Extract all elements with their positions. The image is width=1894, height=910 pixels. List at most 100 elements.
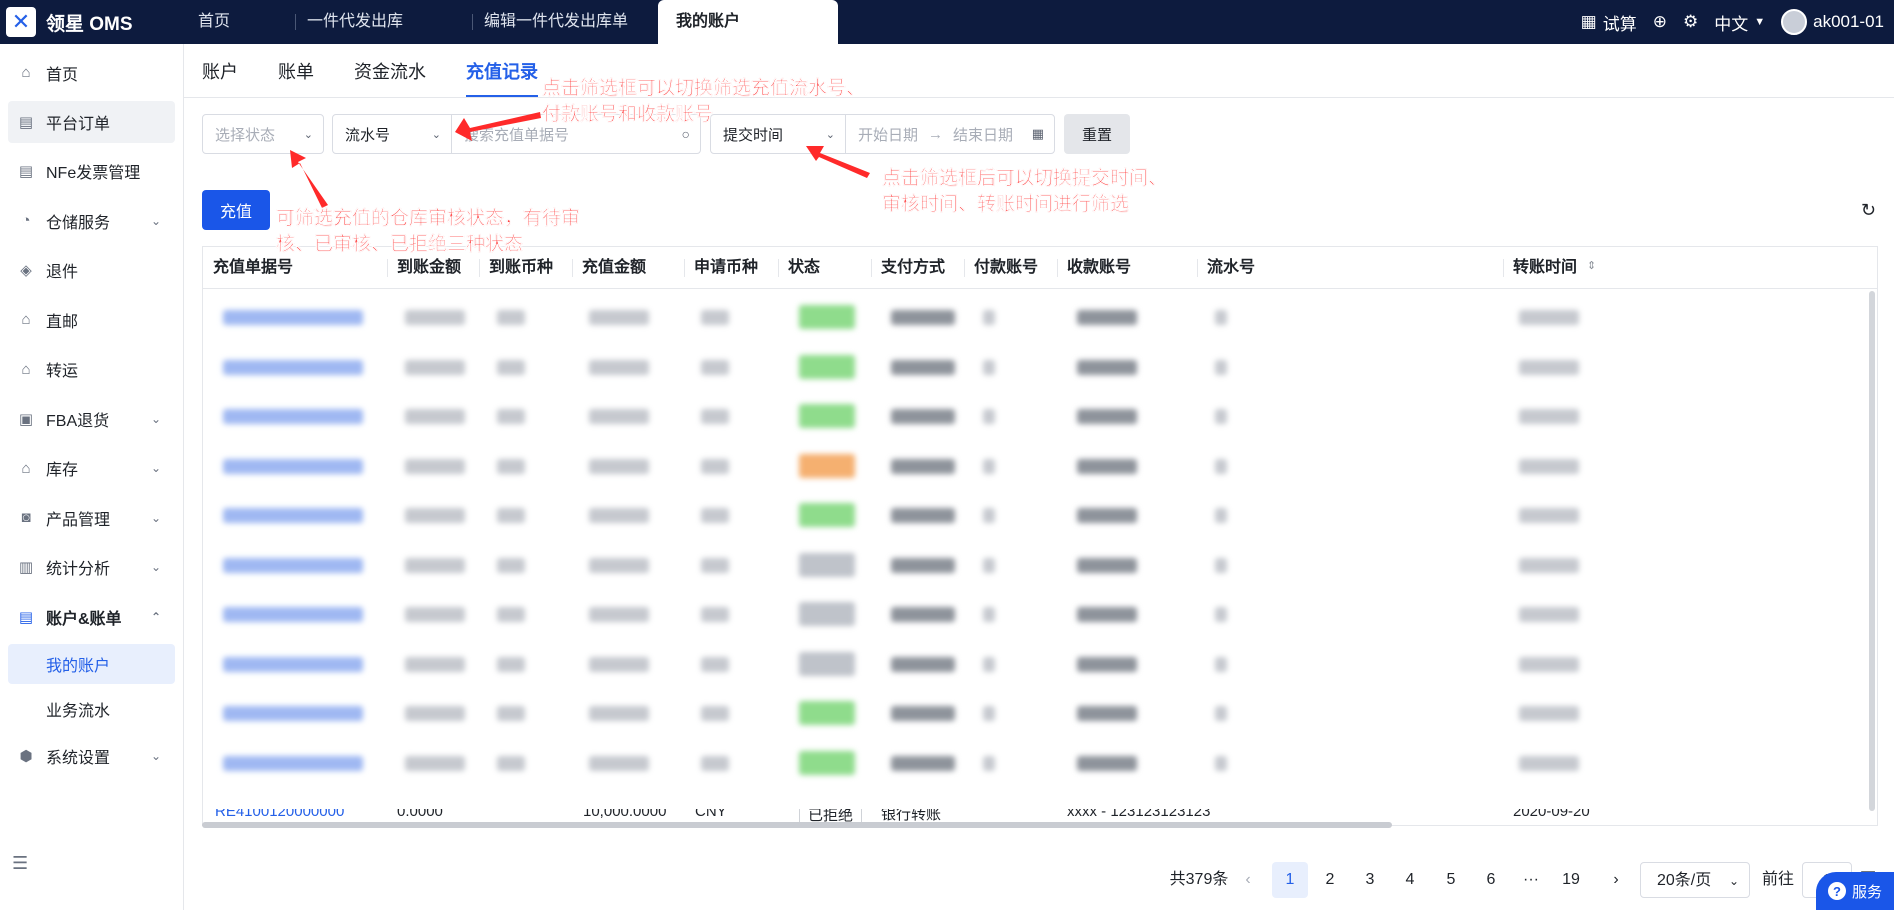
next-page-icon[interactable]: ›: [1604, 862, 1628, 898]
page-5[interactable]: 5: [1433, 862, 1469, 898]
table-cell: [1215, 409, 1227, 424]
sidebar-item-inventory[interactable]: ⌂ 库存 ⌄: [0, 444, 183, 494]
tab-fund-flow[interactable]: 资金流水: [354, 44, 426, 98]
table-row: [203, 343, 1877, 393]
sidebar-item-label: 产品管理: [46, 511, 111, 529]
table-cell: [497, 409, 525, 424]
table-cell[interactable]: [223, 557, 363, 573]
tab-recharge-records[interactable]: 充值记录: [466, 44, 538, 98]
chevron-down-icon: ⌄: [150, 560, 161, 575]
sidebar-item-returns[interactable]: ◈ 退件: [0, 246, 183, 296]
table-cell[interactable]: [223, 656, 363, 672]
transfer-icon: ⌂: [21, 360, 31, 378]
table-cell: [891, 656, 955, 672]
app-logo[interactable]: ✕ 领星 OMS: [6, 3, 133, 41]
table-cell: [1077, 508, 1137, 523]
tab-account[interactable]: 账户: [202, 44, 238, 98]
page-1[interactable]: 1: [1272, 862, 1308, 898]
table-cell[interactable]: [223, 359, 363, 375]
sidebar-item-direct-mail[interactable]: ⌂ 直邮: [0, 295, 183, 345]
table-cell[interactable]: [223, 508, 363, 523]
calendar-icon: ▦: [1031, 126, 1044, 141]
table-cell[interactable]: [223, 409, 363, 424]
sidebar-item-stats[interactable]: ▥ 统计分析 ⌄: [0, 543, 183, 593]
sidebar-item-transfer[interactable]: ⌂ 转运: [0, 345, 183, 395]
table-cell[interactable]: [223, 755, 363, 771]
top-tab-edit-dropship[interactable]: 编辑一件代发出库单: [472, 0, 658, 44]
table-cell[interactable]: [223, 458, 363, 474]
search-icon: ○: [681, 126, 690, 142]
page-size-select[interactable]: 20条/页 ⌄: [1640, 862, 1750, 898]
calculator-icon: ▦: [1580, 12, 1597, 31]
settings-button[interactable]: ⚙: [1683, 12, 1698, 32]
table-cell: [589, 508, 649, 523]
sidebar-item-account-billing[interactable]: ▤ 账户&账单 ⌃: [0, 592, 183, 642]
table-cell: [891, 458, 955, 474]
table-cell: [497, 508, 525, 523]
page-ellipsis[interactable]: ···: [1513, 862, 1549, 898]
download-button[interactable]: ⊕: [1653, 12, 1667, 32]
sidebar-item-platform-orders[interactable]: ▤ 平台订单: [8, 100, 175, 143]
language-select[interactable]: 中文 ▼: [1714, 10, 1765, 35]
table-cell: [891, 359, 955, 375]
status-select[interactable]: 选择状态 ⌄: [202, 114, 324, 154]
table-cell: [497, 607, 525, 622]
table-cell[interactable]: [223, 310, 363, 325]
table-cell: [1215, 755, 1227, 771]
collapse-sidebar-icon[interactable]: ☰: [12, 853, 28, 874]
table-row: [203, 689, 1877, 739]
reset-button[interactable]: 重置: [1064, 114, 1130, 154]
recharge-button[interactable]: 充值: [202, 190, 270, 230]
annotation-status: 可筛选充值的仓库审核状态，有待审核、已审核、已拒绝三种状态: [276, 208, 581, 255]
end-date-placeholder: 结束日期: [953, 126, 1014, 144]
settings-icon: ⬢: [19, 748, 33, 766]
top-tab-dropship[interactable]: 一件代发出库: [295, 0, 472, 44]
sidebar-subitem-business-flow[interactable]: 业务流水: [0, 687, 183, 732]
help-service-button[interactable]: ? 服务: [1816, 872, 1894, 910]
sidebar-item-warehouse[interactable]: ◔ 仓储服务 ⌄: [0, 196, 183, 246]
trial-button[interactable]: ▦ 试算: [1581, 10, 1637, 35]
page-19[interactable]: 19: [1553, 862, 1589, 898]
table-cell: [701, 458, 729, 474]
top-tab-my-account[interactable]: 我的账户: [658, 0, 838, 44]
chevron-down-icon: ⌄: [150, 749, 161, 764]
user-menu[interactable]: ak001-01: [1781, 9, 1884, 35]
sidebar-item-products[interactable]: ◙ 产品管理 ⌄: [0, 493, 183, 543]
table-cell: [1077, 310, 1137, 325]
sidebar-subitem-my-account[interactable]: 我的账户: [8, 643, 175, 684]
sidebar-item-fba-returns[interactable]: ▣ FBA退货 ⌄: [0, 394, 183, 444]
col-payer-account: 付款账号: [964, 247, 1058, 289]
search-type-select[interactable]: 流水号 ⌄: [332, 114, 452, 154]
table-cell: [589, 557, 649, 573]
cell-transfer-time: 2020-09-20: [1513, 809, 1590, 820]
page-6[interactable]: 6: [1473, 862, 1509, 898]
refresh-icon[interactable]: ↻: [1861, 200, 1876, 221]
table-cell[interactable]: [223, 607, 363, 622]
cell-recharge-no[interactable]: RE4100120000000: [215, 809, 344, 820]
page-2[interactable]: 2: [1312, 862, 1348, 898]
sidebar-item-home[interactable]: ⌂ 首页: [0, 48, 183, 98]
table-cell: [1519, 656, 1579, 672]
table-cell: [1215, 557, 1227, 573]
sidebar-item-nfe[interactable]: ▤ NFe发票管理: [0, 147, 183, 197]
table-cell: [891, 508, 955, 523]
page-3[interactable]: 3: [1352, 862, 1388, 898]
table-cell: [1215, 656, 1227, 672]
table-row: [203, 392, 1877, 442]
recharge-table: 充值单据号 到账金额 到账币种 充值金额 申请币种 状态 支付方式 付款账号 收…: [202, 246, 1878, 826]
prev-page-icon[interactable]: ‹: [1236, 862, 1260, 898]
vertical-scrollbar[interactable]: [1869, 291, 1875, 811]
top-tab-home[interactable]: 首页: [180, 0, 295, 44]
sidebar-item-settings[interactable]: ⬢ 系统设置 ⌄: [0, 732, 183, 782]
horizontal-scrollbar[interactable]: [202, 822, 1392, 828]
table-cell: [799, 552, 855, 577]
page-4[interactable]: 4: [1392, 862, 1428, 898]
sort-icon[interactable]: ⇕: [1587, 259, 1596, 272]
table-cell[interactable]: [223, 706, 363, 721]
sidebar-item-label: 退件: [46, 264, 79, 282]
tab-bills[interactable]: 账单: [278, 44, 314, 98]
table-cell: [701, 508, 729, 523]
table-cell: [1519, 409, 1579, 424]
cell-recharge-amount: 10,000.0000: [583, 809, 667, 820]
table-cell: [799, 354, 855, 379]
